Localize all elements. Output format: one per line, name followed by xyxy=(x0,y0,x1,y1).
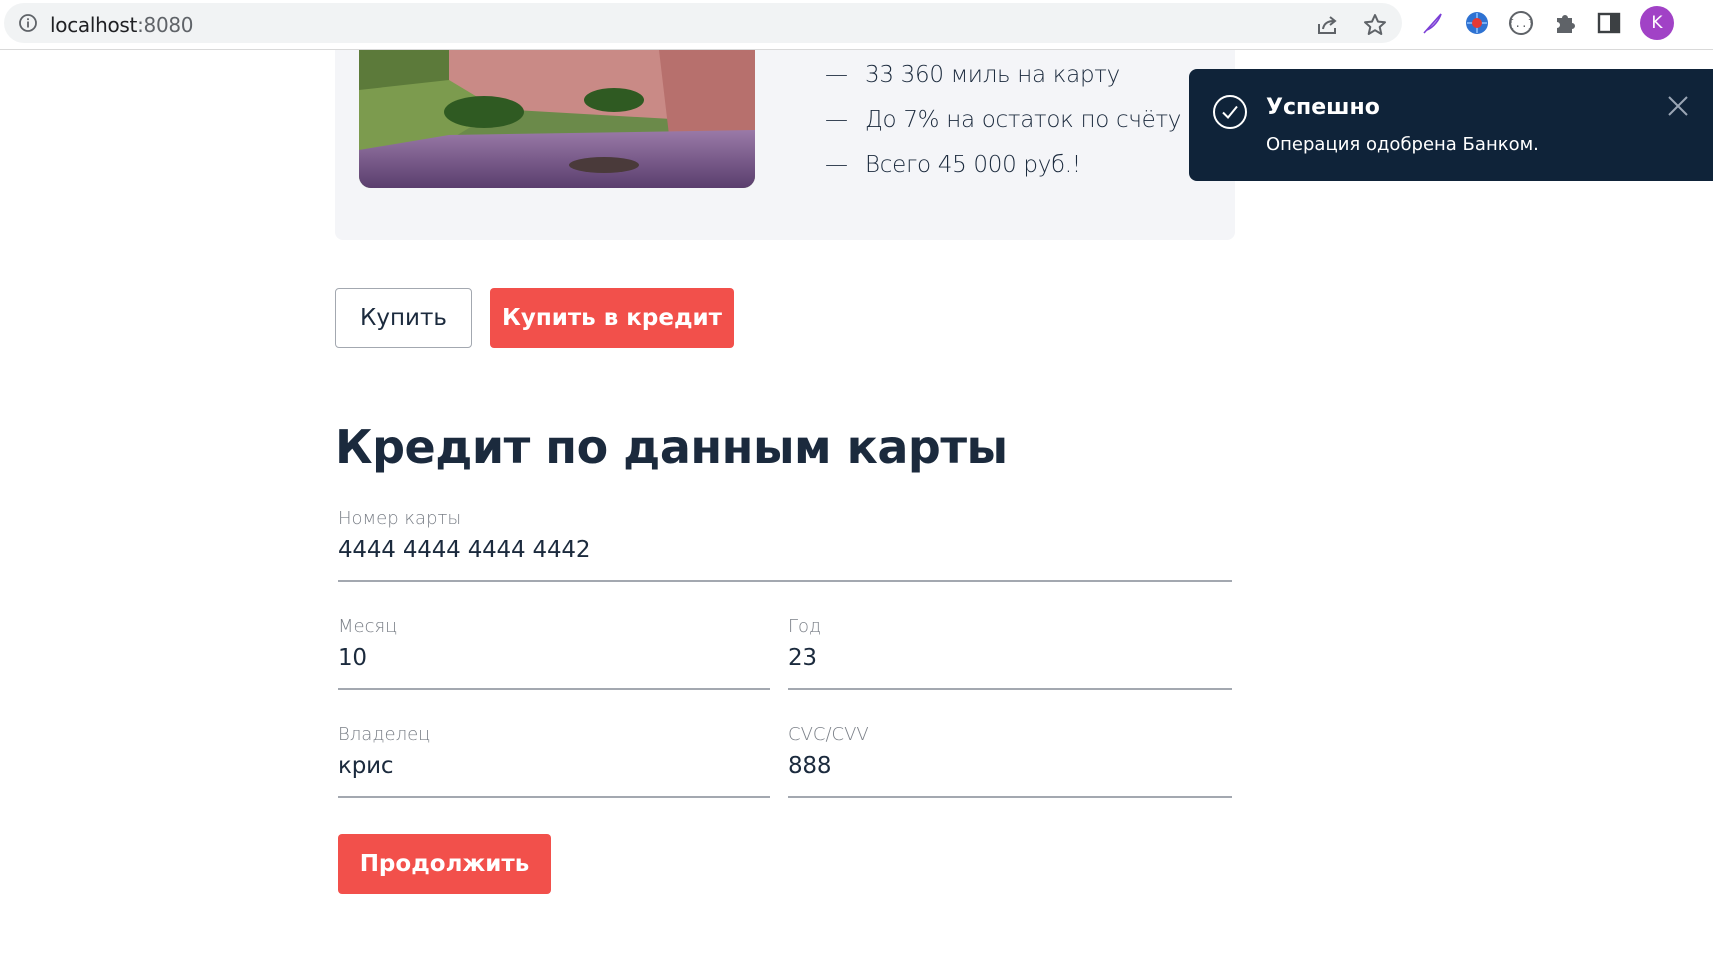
owner-input[interactable]: крис xyxy=(338,753,770,779)
feature-list: — 33 360 миль на карту — До 7% на остаток … xyxy=(825,62,1181,197)
cvc-field[interactable]: CVC/CVV 888 xyxy=(788,724,1232,798)
star-icon[interactable] xyxy=(1362,12,1388,38)
close-icon[interactable] xyxy=(1667,95,1689,117)
tour-photo xyxy=(359,50,755,188)
success-notification: Успешно Операция одобрена Банком. xyxy=(1189,69,1713,181)
buy-credit-button[interactable]: Купить в кредит xyxy=(490,288,734,348)
extension-globe-icon[interactable] xyxy=(1464,10,1490,36)
card-number-field[interactable]: Номер карты 4444 4444 4444 4442 xyxy=(338,508,1232,582)
month-input[interactable]: 10 xyxy=(338,645,770,671)
url-port: :8080 xyxy=(137,13,194,37)
dash: — xyxy=(825,62,848,88)
url-host: localhost xyxy=(50,13,138,37)
feature-item: — 33 360 миль на карту xyxy=(825,62,1181,107)
feature-text: Всего 45 000 руб.! xyxy=(865,152,1081,178)
address-bar[interactable]: localhost:8080 xyxy=(4,3,1402,43)
card-number-label: Номер карты xyxy=(338,508,462,529)
owner-label: Владелец xyxy=(338,724,431,745)
card-number-input[interactable]: 4444 4444 4444 4442 xyxy=(338,537,1232,563)
side-panel-icon[interactable] xyxy=(1596,10,1622,36)
notification-message: Операция одобрена Банком. xyxy=(1266,134,1539,155)
profile-avatar[interactable]: K xyxy=(1640,6,1674,40)
year-input[interactable]: 23 xyxy=(788,645,1232,671)
cvc-input[interactable]: 888 xyxy=(788,753,1232,779)
feather-icon[interactable] xyxy=(1420,10,1446,36)
braces-icon[interactable]: {..} xyxy=(1508,10,1534,36)
dash: — xyxy=(825,107,848,133)
url-text[interactable]: localhost:8080 xyxy=(50,13,194,37)
feature-text: До 7% на остаток по счёту xyxy=(865,107,1182,133)
page-title: Кредит по данным карты xyxy=(335,420,1008,474)
puzzle-icon[interactable] xyxy=(1552,10,1578,36)
info-icon[interactable] xyxy=(18,13,38,33)
promo-card: — 33 360 миль на карту — До 7% на остаток … xyxy=(335,50,1235,240)
owner-field[interactable]: Владелец крис xyxy=(338,724,770,798)
month-label: Месяц xyxy=(338,616,398,637)
cvc-label: CVC/CVV xyxy=(788,724,869,745)
year-label: Год xyxy=(788,616,822,637)
dash: — xyxy=(825,152,848,178)
month-field[interactable]: Месяц 10 xyxy=(338,616,770,690)
continue-button[interactable]: Продолжить xyxy=(338,834,551,894)
feature-item: — Всего 45 000 руб.! xyxy=(825,152,1181,197)
feature-item: — До 7% на остаток по счёту xyxy=(825,107,1181,152)
check-circle-icon xyxy=(1213,95,1247,129)
svg-text:{..}: {..} xyxy=(1508,17,1534,30)
year-field[interactable]: Год 23 xyxy=(788,616,1232,690)
browser-toolbar: localhost:8080 {..} K xyxy=(0,0,1713,50)
feature-text: 33 360 миль на карту xyxy=(865,62,1120,88)
page-content: — 33 360 миль на карту — До 7% на остаток … xyxy=(0,50,1713,957)
buy-button[interactable]: Купить xyxy=(335,288,472,348)
share-icon[interactable] xyxy=(1314,12,1340,38)
notification-title: Успешно xyxy=(1266,95,1380,120)
